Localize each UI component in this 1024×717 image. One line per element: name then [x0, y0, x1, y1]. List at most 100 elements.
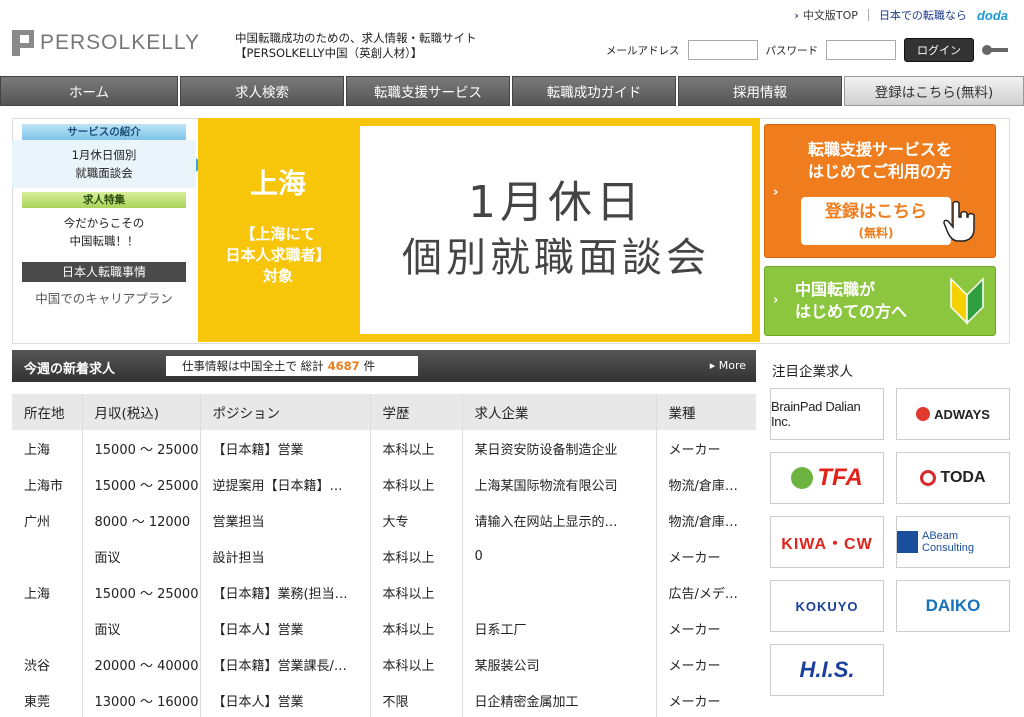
jobs-count-number: 4687: [327, 359, 360, 373]
cell-company: 请输入在网站上显示的…: [461, 502, 656, 538]
password-field[interactable]: [826, 40, 896, 60]
cell-education: 本科以上: [369, 610, 462, 646]
nav-success-guide[interactable]: 転職成功ガイド: [512, 76, 676, 106]
table-row[interactable]: 東莞 13000 ～ 16000 【日本人】営業 不限 日企精密金属加工 メーカー: [12, 682, 756, 717]
company-logo-tfa[interactable]: TFA: [770, 452, 884, 504]
cell-industry: 物流/倉庫…: [655, 502, 756, 538]
cell-position[interactable]: 【日本籍】業務(担当…: [199, 574, 370, 610]
nav-home[interactable]: ホーム: [0, 76, 178, 106]
company-logo-toda[interactable]: TODA: [896, 452, 1010, 504]
company-logo-kokuyo[interactable]: KOKUYO: [770, 580, 884, 632]
new-jobs-title: 今週の新着求人: [24, 362, 116, 377]
cell-salary: 20000 ～ 40000: [81, 646, 200, 682]
nav-job-search[interactable]: 求人検索: [180, 76, 344, 106]
register-button-line1: 登録はこちら: [825, 202, 927, 222]
new-jobs-header: 今週の新着求人 仕事情報は中国全土で 総計4687件 More: [12, 350, 756, 382]
table-row[interactable]: 面议 設計担当 本科以上 0 メーカー: [12, 538, 756, 574]
jobs-table: 所在地 月収(税込) ポジション 学歴 求人企業 業種 上海 15000 ～ 25…: [12, 394, 756, 717]
company-logo-abeam[interactable]: ABeam Consulting: [896, 516, 1010, 568]
company-logo-adways[interactable]: ADWAYS: [896, 388, 1010, 440]
table-row[interactable]: 面议 【日本人】営業 本科以上 日系工厂 メーカー: [12, 610, 756, 646]
key-icon: [982, 45, 1008, 55]
company-logo-daiko[interactable]: DAIKO: [896, 580, 1010, 632]
register-cta[interactable]: 転職支援サービスを はじめてご利用の方 › 登録はこちら (無料): [764, 124, 996, 258]
login-button[interactable]: ログイン: [904, 38, 974, 62]
promo-title-line1: 1月休日: [468, 177, 644, 228]
cell-education: 本科以上: [369, 538, 462, 574]
jp-job-link[interactable]: 日本での転職なら: [879, 7, 967, 23]
company-logo-text: TODA: [940, 469, 986, 486]
main-nav: ホーム 求人検索 転職支援サービス 転職成功ガイド 採用情報 登録はこちら(無料…: [0, 76, 1024, 106]
cn-top-link[interactable]: 中文版TOP: [794, 7, 858, 23]
cell-education: 大专: [369, 502, 462, 538]
service-tab[interactable]: サービスの紹介: [22, 124, 186, 140]
cell-company: 0: [461, 538, 656, 574]
register-cta-line2: はじめてご利用の方: [807, 162, 952, 181]
feature-item[interactable]: 今だからこその 中国転職！！: [12, 208, 196, 256]
more-link[interactable]: More: [710, 359, 746, 372]
table-row[interactable]: 渋谷 20000 ～ 40000 【日本籍】営業課長/… 本科以上 某服装公司 メーカー: [12, 646, 756, 682]
promo-target-line1: 【上海にて: [240, 225, 316, 243]
jobs-count-suffix: 件: [363, 359, 376, 373]
company-logo-text: H.I.S.: [799, 657, 855, 682]
table-row[interactable]: 上海市 15000 ～ 25000 逆提案用【日本籍】… 本科以上 上海某国际物流有限公…: [12, 466, 756, 502]
service-item[interactable]: 1月休日個別 就職面談会: [12, 140, 204, 188]
nav-support-service[interactable]: 転職支援サービス: [346, 76, 510, 106]
cell-position[interactable]: 営業担当: [199, 502, 370, 538]
promo-target-text: 【上海にて 日本人求職者】 対象: [198, 224, 358, 287]
promo-banner[interactable]: 上海 【上海にて 日本人求職者】 対象 1月休日 個別就職面談会: [198, 118, 760, 342]
logo-text: PERSOLKELLY: [40, 31, 201, 54]
abeam-mark-icon: [897, 531, 918, 553]
cell-location: 上海市: [24, 478, 64, 494]
company-logo-text: BrainPad Dalian Inc.: [771, 399, 861, 429]
table-row[interactable]: 上海 15000 ～ 25000 【日本籍】営業 本科以上 某日资安防设备制造企业 メーカ…: [12, 430, 756, 466]
pointer-hand-icon: [943, 200, 975, 242]
arrow-right-icon: ›: [773, 185, 779, 200]
cell-location: 渋谷: [24, 658, 51, 674]
featured-companies-grid: BrainPad Dalian Inc. ADWAYS TFA TODA KIW…: [770, 388, 1014, 696]
cell-position[interactable]: 【日本籍】営業課長/…: [199, 646, 370, 682]
jp-job-info-link[interactable]: 日本人転職事情: [22, 262, 186, 282]
company-logo-brainpad[interactable]: BrainPad Dalian Inc.: [770, 388, 884, 440]
career-plan-link[interactable]: 中国でのキャリアプラン: [12, 282, 196, 313]
cell-education: 本科以上: [369, 466, 462, 502]
column-header: 業種: [655, 394, 756, 430]
tagline-line1: 中国転職成功のための、求人情報・転職サイト: [235, 31, 477, 45]
table-row[interactable]: 上海 15000 ～ 25000 【日本籍】業務(担当… 本科以上 広告/メデ…: [12, 574, 756, 610]
column-header: ポジション: [199, 394, 370, 430]
promo-target-line3: 対象: [262, 267, 293, 285]
cell-position[interactable]: 【日本人】営業: [199, 610, 370, 646]
register-cta-button[interactable]: 登録はこちら (無料): [801, 197, 951, 245]
beginner-leaf-icon: [950, 277, 984, 325]
company-logo-kiwa[interactable]: KIWA・CW: [770, 516, 884, 568]
cell-location: [12, 610, 82, 646]
company-logo-text: DAIKO: [925, 596, 981, 615]
nav-register[interactable]: 登録はこちら(無料): [844, 76, 1024, 106]
register-cta-line1: 転職支援サービスを: [807, 140, 952, 159]
beginner-cta-text: 中国転職が はじめての方へ: [795, 279, 907, 323]
company-logo-text: TFA: [817, 464, 863, 491]
company-logo-text: KOKUYO: [795, 598, 859, 614]
feature-tab[interactable]: 求人特集: [22, 192, 186, 208]
beginner-cta-line1: 中国転職が: [795, 280, 876, 299]
cell-position[interactable]: 【日本人】営業: [199, 682, 370, 717]
feature-item-line2: 中国転職！！: [69, 234, 139, 248]
cell-company: 日企精密金属加工: [461, 682, 656, 717]
divider: [867, 9, 869, 21]
jobs-count-prefix: 仕事情報は中国全土で 総計: [182, 359, 324, 373]
cell-salary: 面议: [81, 538, 200, 574]
email-field[interactable]: [687, 40, 758, 60]
doda-logo-link[interactable]: doda: [977, 8, 1008, 23]
persolkelly-logo[interactable]: PERSOLKELLY: [12, 30, 200, 56]
table-row[interactable]: 广州 8000 ～ 12000 営業担当 大专 请输入在网站上显示的… 物流/倉庫…: [12, 502, 756, 538]
cell-education: 本科以上: [369, 646, 462, 682]
beginner-cta[interactable]: › 中国転職が はじめての方へ: [764, 266, 996, 336]
cell-position[interactable]: 設計担当: [199, 538, 370, 574]
cell-position[interactable]: 【日本籍】営業: [199, 430, 370, 466]
cell-salary: 13000 ～ 16000: [81, 682, 200, 717]
cell-position[interactable]: 逆提案用【日本籍】…: [199, 466, 370, 502]
company-logo-his[interactable]: H.I.S.: [770, 644, 884, 696]
nav-recruit-info[interactable]: 採用情報: [678, 76, 842, 106]
cell-salary: 面议: [81, 610, 200, 646]
cell-industry: 広告/メデ…: [655, 574, 756, 610]
